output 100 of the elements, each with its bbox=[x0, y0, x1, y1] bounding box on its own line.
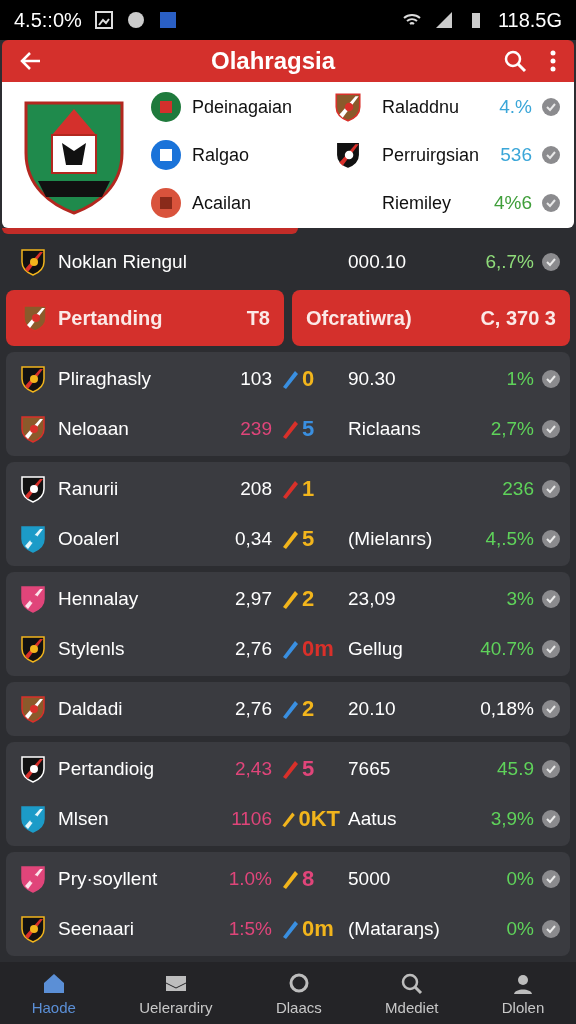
score: 0m bbox=[302, 916, 334, 942]
check-icon bbox=[542, 480, 560, 498]
check-icon bbox=[542, 530, 560, 548]
marker-icon bbox=[280, 528, 300, 550]
club-icon bbox=[150, 187, 182, 219]
team-label: (Mielanrs) bbox=[348, 528, 434, 550]
team-name: Pry·soyllent bbox=[58, 868, 159, 890]
percentage: 0% bbox=[505, 918, 534, 940]
score: 5 bbox=[302, 416, 315, 442]
score: 2 bbox=[302, 696, 315, 722]
nav-tab[interactable]: Haode bbox=[31, 970, 76, 1016]
percentage: 6,.7% bbox=[484, 251, 534, 273]
highlight-label: Ofcratiwra) bbox=[306, 306, 413, 330]
highlight-value: T8 bbox=[246, 306, 270, 330]
team-value: 2,76 bbox=[234, 698, 272, 720]
team-name: Pertandioig bbox=[58, 758, 156, 780]
check-icon bbox=[542, 146, 560, 164]
team-label: 23,09 bbox=[348, 588, 397, 610]
team-name: Daldadi bbox=[58, 698, 124, 720]
highlight-card[interactable]: Pertanding T8 bbox=[6, 290, 284, 346]
crest-icon bbox=[18, 524, 48, 554]
percentage: 4,.5% bbox=[484, 528, 534, 550]
percentage: 2,7% bbox=[489, 418, 534, 440]
score: 0 bbox=[302, 366, 315, 392]
team-name: Hennalay bbox=[58, 588, 140, 610]
marker-icon bbox=[280, 868, 300, 890]
club-name: Riemiley bbox=[382, 192, 452, 214]
percentage: 4%6 bbox=[492, 192, 532, 214]
team-label: (Mataraŋs) bbox=[348, 918, 441, 940]
highlight-label: Pertanding bbox=[58, 306, 164, 330]
crest-icon bbox=[18, 584, 48, 614]
percentage: 0,18% bbox=[479, 698, 534, 720]
percentage: 536 bbox=[499, 144, 532, 166]
status-time: 4.5::0% bbox=[14, 8, 82, 32]
score: 0m bbox=[302, 636, 334, 662]
marker-icon bbox=[280, 478, 300, 500]
status-network: 118.5G bbox=[497, 8, 562, 32]
marker-icon bbox=[280, 758, 300, 780]
percentage: 0% bbox=[505, 868, 534, 890]
crest-icon bbox=[18, 864, 48, 894]
club-name: Ralgao bbox=[192, 144, 251, 166]
team-value: 2,97 bbox=[234, 588, 272, 610]
team-label: Aatus bbox=[348, 808, 398, 830]
check-icon bbox=[542, 870, 560, 888]
team-name: Mlsen bbox=[58, 808, 110, 830]
club-icon bbox=[150, 91, 182, 123]
marker-icon bbox=[280, 588, 300, 610]
score: 0KT bbox=[298, 806, 340, 832]
check-icon bbox=[542, 640, 560, 658]
team-name: Seenaari bbox=[58, 918, 136, 940]
club-icon bbox=[150, 139, 182, 171]
check-icon bbox=[542, 370, 560, 388]
marker-icon bbox=[280, 368, 300, 390]
team-label: 20.10 bbox=[348, 698, 397, 720]
crest-icon bbox=[18, 804, 48, 834]
crest-icon bbox=[18, 364, 48, 394]
team-value: 103 bbox=[239, 368, 272, 390]
more-icon bbox=[548, 48, 558, 74]
check-icon bbox=[542, 420, 560, 438]
score: 5 bbox=[302, 526, 315, 552]
nav-tab[interactable]: Mdediet bbox=[385, 970, 439, 1016]
search-icon bbox=[502, 48, 528, 74]
score: 8 bbox=[302, 866, 315, 892]
app-title: Olahragsia bbox=[209, 47, 337, 75]
team-label: 7665 bbox=[348, 758, 392, 780]
nav-tab[interactable]: Uelerardiry bbox=[139, 970, 213, 1016]
crest-icon bbox=[332, 91, 364, 123]
percentage: 3,9% bbox=[489, 808, 534, 830]
percentage: 1% bbox=[505, 368, 534, 390]
score: 1 bbox=[302, 476, 315, 502]
check-icon bbox=[542, 760, 560, 778]
marker-icon bbox=[280, 638, 300, 660]
team-value: 1:5% bbox=[227, 918, 272, 940]
crest-icon bbox=[18, 694, 48, 724]
score: 2 bbox=[302, 586, 315, 612]
marker-icon bbox=[280, 698, 300, 720]
marker-icon bbox=[280, 418, 300, 440]
team-name: Pliraghasly bbox=[58, 368, 152, 390]
team-label: Riclaans bbox=[348, 418, 422, 440]
percentage: 40.7% bbox=[479, 638, 534, 660]
team-name: Stylenls bbox=[58, 638, 126, 660]
image-icon bbox=[93, 10, 114, 30]
club-name: Raladdnu bbox=[382, 96, 461, 118]
nav-tab[interactable]: Dlolen bbox=[501, 970, 545, 1016]
marker-icon bbox=[280, 918, 300, 940]
club-name: Perruirgsian bbox=[382, 144, 481, 166]
team-label: Gellug bbox=[348, 638, 404, 660]
nav-tab[interactable]: Dlaacs bbox=[275, 970, 322, 1016]
score: 5 bbox=[302, 756, 315, 782]
team-value: 2,43 bbox=[234, 758, 272, 780]
check-icon bbox=[542, 700, 560, 718]
team-name: Noklan Riengul bbox=[58, 251, 188, 273]
team-label: 5000 bbox=[348, 868, 392, 890]
crest-icon bbox=[18, 634, 48, 664]
crest-icon bbox=[18, 754, 48, 784]
crest-icon bbox=[18, 247, 48, 277]
highlight-value: C, 370 3 bbox=[480, 306, 556, 330]
check-icon bbox=[542, 920, 560, 938]
highlight-card[interactable]: Ofcratiwra) C, 370 3 bbox=[292, 290, 570, 346]
check-icon bbox=[542, 590, 560, 608]
